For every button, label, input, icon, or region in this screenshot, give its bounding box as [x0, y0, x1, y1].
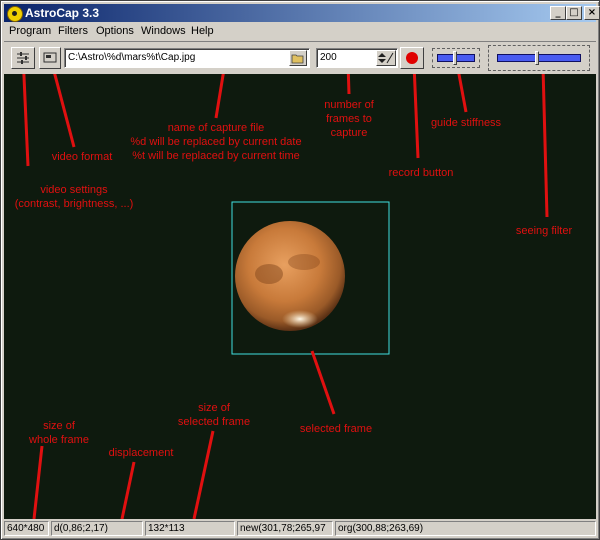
maximize-button[interactable]: □: [566, 6, 582, 20]
capture-filename-input[interactable]: C:\Astro\%d\mars%t\Cap.jpg: [64, 48, 310, 68]
video-settings-button[interactable]: [11, 47, 35, 69]
annotation-size-whole: size of whole frame: [29, 420, 89, 446]
menu-program[interactable]: Program: [9, 25, 51, 37]
guide-stiffness-slider[interactable]: [432, 48, 480, 68]
minimize-button[interactable]: _: [550, 6, 566, 20]
seeing-filter-slider[interactable]: [488, 45, 590, 71]
annotation-capture-file: name of capture file %d will be replaced…: [130, 122, 302, 162]
status-displacement: d(0,86;2,17): [51, 521, 143, 536]
menu-help[interactable]: Help: [191, 25, 214, 37]
status-new-position: new(301,78;265,97: [237, 521, 333, 536]
status-frame-size: 640*480: [4, 521, 49, 536]
annotation-record-button: record button: [388, 167, 454, 179]
annotation-seeing-filter: seeing filter: [515, 225, 573, 237]
menu-windows[interactable]: Windows: [141, 25, 186, 37]
toolbar: C:\Astro\%d\mars%t\Cap.jpg 200: [4, 41, 596, 74]
annotation-frames: number of frames to capture: [324, 99, 374, 139]
annotation-video-settings: video settings (contrast, brightness, ..…: [14, 184, 134, 210]
status-bar: 640*480 d(0,86;2,17) 132*113 new(301,78;…: [4, 520, 596, 536]
annotation-displacement: displacement: [108, 447, 174, 459]
record-button[interactable]: [400, 47, 424, 69]
browse-folder-button[interactable]: [289, 50, 307, 66]
annotation-guide-stiffness: guide stiffness: [430, 117, 502, 129]
annotation-size-selected: size of selected frame: [177, 402, 251, 428]
close-button[interactable]: ×: [584, 6, 600, 20]
menu-bar: Program Filters Options Windows Help: [4, 23, 596, 40]
annotation-video-format: video format: [51, 151, 113, 163]
video-format-icon: [43, 52, 57, 63]
spin-arrows-icon: [378, 52, 394, 64]
polar-cap: [282, 310, 318, 328]
annotation-selected-frame: selected frame: [299, 423, 373, 435]
app-window: AstroCap 3.3 _ □ × Program Filters Optio…: [0, 0, 600, 540]
astrocap-logo-icon: [7, 6, 23, 22]
menu-options[interactable]: Options: [96, 25, 134, 37]
sliders-icon: [17, 52, 29, 64]
video-format-button[interactable]: [39, 47, 61, 69]
seeing-filter-thumb[interactable]: [535, 51, 539, 65]
window-title: AstroCap 3.3: [25, 6, 100, 20]
status-selected-size: 132*113: [145, 521, 235, 536]
title-bar[interactable]: AstroCap 3.3 _ □ ×: [4, 4, 600, 22]
folder-icon: [291, 54, 304, 64]
seeing-filter-track: [497, 54, 581, 62]
video-preview[interactable]: video settings (contrast, brightness, ..…: [4, 74, 596, 519]
status-org-position: org(300,88;263,69): [335, 521, 596, 536]
guide-stiffness-thumb[interactable]: [453, 51, 457, 65]
record-icon: [406, 52, 418, 64]
frames-spin-button[interactable]: [376, 50, 396, 66]
menu-filters[interactable]: Filters: [58, 25, 88, 37]
